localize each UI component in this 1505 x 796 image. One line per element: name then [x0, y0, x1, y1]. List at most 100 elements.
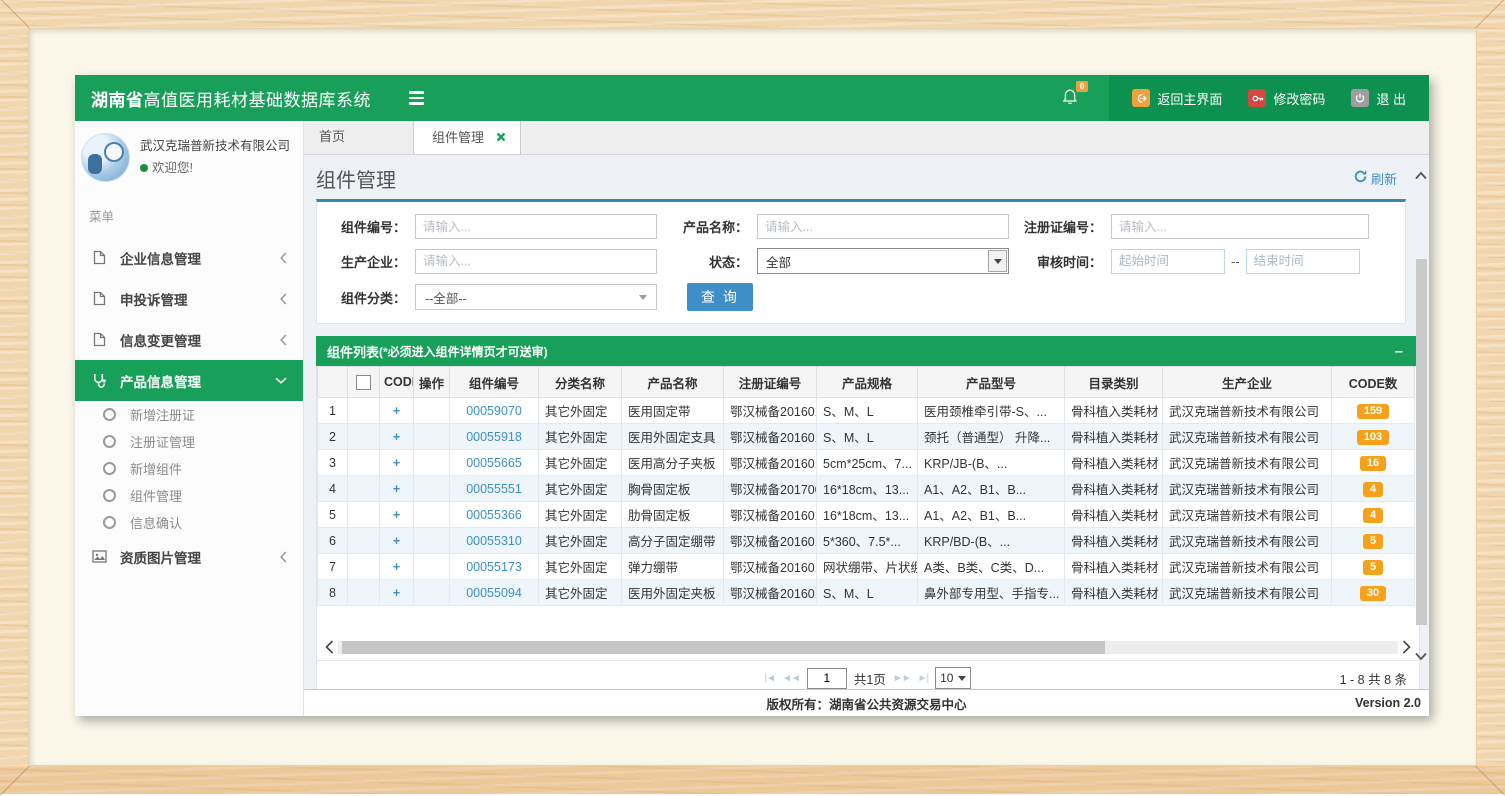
catalog-cell: 骨科植入类耗材 [1065, 528, 1163, 554]
sidebar-item-产品信息管理[interactable]: 产品信息管理 [75, 360, 303, 401]
close-icon[interactable] [496, 122, 506, 154]
audit-end-input[interactable] [1246, 249, 1360, 274]
sidebar-item-资质图片管理[interactable]: 资质图片管理 [75, 536, 303, 577]
nav-button-label: 返回主界面 [1157, 89, 1222, 108]
tab-首页[interactable]: 首页 [304, 121, 413, 154]
reg-no-cell: 鄂汉械备20160120 [724, 502, 817, 528]
circle-icon [103, 462, 116, 475]
operation-cell [414, 554, 450, 580]
content-area: 组件管理 刷新 组件编号： 产品名称： 注册证编号： [304, 155, 1429, 689]
spec-cell: S、M、L [817, 398, 918, 424]
scroll-left-icon[interactable] [321, 640, 338, 654]
return-home-button[interactable]: 返回主界面 [1119, 75, 1235, 121]
reg-no-input[interactable] [1111, 214, 1369, 239]
component-no-link[interactable]: 00055173 [466, 560, 522, 574]
product-name-cell: 胸骨固定板 [622, 476, 724, 502]
prev-page-button[interactable]: ◄◄ [782, 673, 800, 684]
submenu-item-label: 组件管理 [130, 486, 182, 505]
category-cell: 其它外固定 [539, 398, 622, 424]
total-pages-label: 共1页 [854, 669, 886, 688]
component-no-link[interactable]: 00059070 [466, 404, 522, 418]
component-list-panel: 组件列表 (*必须进入组件详情页才可送审) – CODE操 [316, 336, 1420, 689]
chevron-down-icon [958, 676, 966, 681]
product-name-cell: 医用外固定支具 [622, 424, 724, 450]
sidebar-item-企业信息管理[interactable]: 企业信息管理 [75, 237, 303, 278]
next-page-button[interactable]: ►► [893, 673, 911, 684]
notifications-button[interactable]: 0 [1061, 88, 1079, 109]
component-no-link[interactable]: 00055665 [466, 456, 522, 470]
code-count-cell: 159 [1332, 398, 1415, 424]
manufacturer-input[interactable] [415, 249, 657, 274]
product-name-cell: 弹力绷带 [622, 554, 724, 580]
document-icon [91, 332, 107, 347]
status-select[interactable]: 全部 [757, 248, 1009, 274]
model-cell: KRP/JB-(B、... [918, 450, 1065, 476]
select-all-checkbox-header [348, 367, 380, 398]
row-checkbox-cell [348, 424, 380, 450]
sidebar-item-信息变更管理[interactable]: 信息变更管理 [75, 319, 303, 360]
expand-plus-icon[interactable]: + [393, 534, 400, 548]
sidebar-item-申投诉管理[interactable]: 申投诉管理 [75, 278, 303, 319]
document-icon [91, 250, 107, 265]
company-cell: 武汉克瑞普新技术有限公司 [1163, 398, 1332, 424]
logout-button[interactable]: 退 出 [1338, 75, 1419, 121]
vscroll-thumb[interactable] [1416, 259, 1427, 625]
component-no-link[interactable]: 00055310 [466, 534, 522, 548]
expand-plus-icon[interactable]: + [393, 586, 400, 600]
audit-start-input[interactable] [1111, 249, 1225, 274]
submenu-item-新增注册证[interactable]: 新增注册证 [75, 401, 303, 428]
page-size-select[interactable]: 10 [935, 667, 971, 689]
query-button[interactable]: 查 询 [687, 283, 753, 311]
expand-plus-icon[interactable]: + [393, 430, 400, 444]
expand-plus-icon[interactable]: + [393, 482, 400, 496]
model-cell: 医用颈椎牵引带-S、... [918, 398, 1065, 424]
footer: 版权所有：湖南省公共资源交易中心 Version 2.0 [304, 689, 1429, 716]
version-label: Version 2.0 [1355, 696, 1429, 710]
refresh-button[interactable]: 刷新 [1354, 169, 1397, 188]
nav-button-label: 退 出 [1376, 89, 1406, 108]
code-count-cell: 103 [1332, 424, 1415, 450]
reg-no-cell: 鄂汉械备20160116 [724, 580, 817, 606]
row-number: 6 [318, 528, 348, 554]
component-no-link[interactable]: 00055551 [466, 482, 522, 496]
last-page-button[interactable]: ►| [918, 673, 929, 684]
expand-plus-icon[interactable]: + [393, 560, 400, 574]
tab-组件管理[interactable]: 组件管理 [413, 121, 521, 154]
catalog-cell: 骨科植入类耗材 [1065, 502, 1163, 528]
component-no-input[interactable] [415, 214, 657, 239]
operation-cell [414, 476, 450, 502]
column-header: 分类名称 [539, 367, 622, 398]
submenu-item-信息确认[interactable]: 信息确认 [75, 509, 303, 536]
checkbox[interactable] [356, 375, 371, 390]
operation-cell [414, 424, 450, 450]
code-expand-cell: + [380, 528, 414, 554]
hscroll-thumb[interactable] [342, 641, 1105, 654]
component-no-link[interactable]: 00055094 [466, 586, 522, 600]
category-dropdown[interactable]: --全部-- [415, 284, 657, 310]
scroll-right-icon[interactable] [1398, 640, 1415, 654]
collapse-button[interactable]: – [1389, 343, 1409, 360]
product-name-input[interactable] [757, 214, 1009, 239]
expand-plus-icon[interactable]: + [393, 456, 400, 470]
component-no-link[interactable]: 00055366 [466, 508, 522, 522]
page-number-input[interactable] [807, 668, 847, 689]
company-cell: 武汉克瑞普新技术有限公司 [1163, 476, 1332, 502]
submenu-item-新增组件[interactable]: 新增组件 [75, 455, 303, 482]
expand-plus-icon[interactable]: + [393, 404, 400, 418]
submenu-item-注册证管理[interactable]: 注册证管理 [75, 428, 303, 455]
expand-plus-icon[interactable]: + [393, 508, 400, 522]
submenu-item-组件管理[interactable]: 组件管理 [75, 482, 303, 509]
catalog-cell: 骨科植入类耗材 [1065, 424, 1163, 450]
menu-label: 菜单 [75, 196, 303, 237]
spec-cell: S、M、L [817, 424, 918, 450]
component-no-link[interactable]: 00055918 [466, 430, 522, 444]
hamburger-icon[interactable] [409, 91, 424, 105]
model-cell: 颈托（普通型） 升降... [918, 424, 1065, 450]
scroll-down-icon[interactable] [1415, 649, 1427, 664]
change-password-button[interactable]: 修改密码 [1235, 75, 1338, 121]
circle-icon [103, 516, 116, 529]
scroll-up-icon[interactable] [1415, 168, 1427, 183]
table-row: 4+00055551其它外固定胸骨固定板鄂汉械备2017007216*18cm、… [318, 476, 1415, 502]
first-page-button[interactable]: |◄ [765, 673, 776, 684]
row-number: 3 [318, 450, 348, 476]
